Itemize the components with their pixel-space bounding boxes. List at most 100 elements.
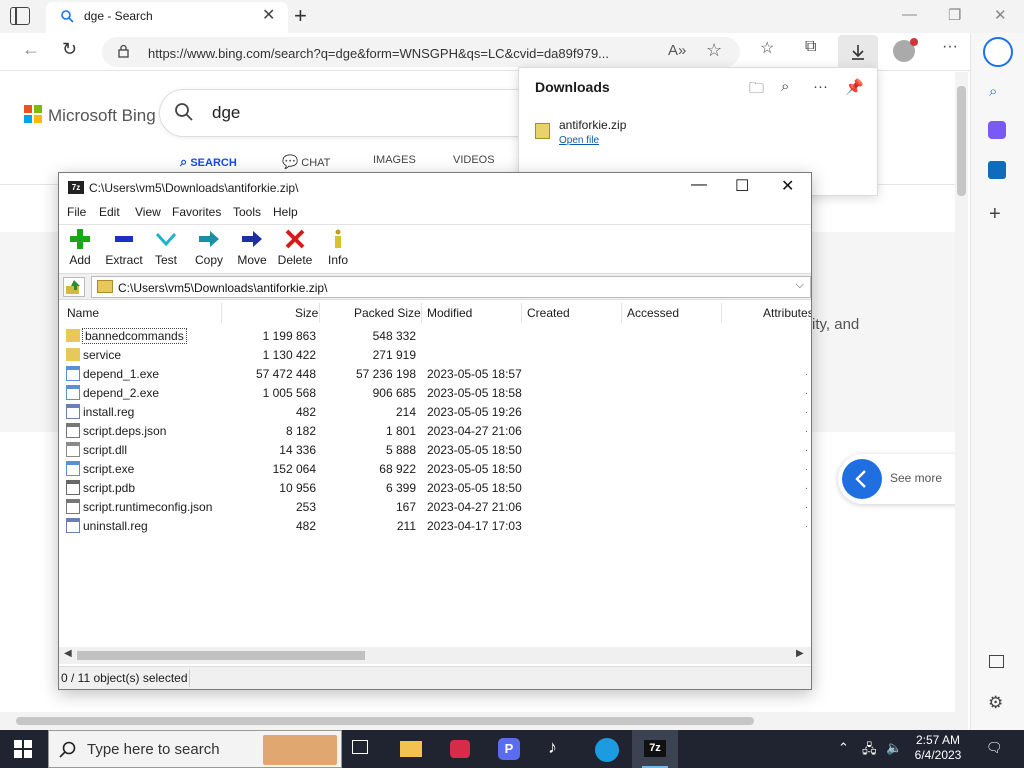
menu-edit[interactable]: Edit	[99, 205, 120, 219]
tab-chat[interactable]: 💬 CHAT	[282, 154, 330, 170]
menu-tools[interactable]: Tools	[233, 205, 261, 219]
minimize-icon[interactable]: —	[902, 6, 917, 23]
outlook-icon[interactable]	[988, 161, 1006, 179]
file-row[interactable]: service 1 130 422 271 919	[59, 345, 811, 364]
close-window-icon[interactable]: ✕	[994, 6, 1007, 24]
file-packed-size: 6 399	[385, 481, 416, 495]
page-horizontal-scrollbar[interactable]	[0, 712, 968, 730]
tab-images[interactable]: IMAGES	[373, 154, 416, 166]
see-more-button[interactable]: See more	[838, 454, 968, 504]
system-clock[interactable]: 2:57 AM 6/4/2023	[906, 733, 970, 763]
close-tab-icon[interactable]: ✕	[262, 5, 275, 25]
file-row[interactable]: script.runtimeconfig.json 253 167 2023-04-2…	[59, 497, 811, 516]
tab-actions-icon[interactable]	[10, 7, 30, 25]
downloads-button[interactable]	[838, 35, 878, 69]
back-icon[interactable]: ←	[22, 39, 40, 60]
tiktok-icon[interactable]: ♪	[534, 730, 580, 768]
task-view-icon[interactable]	[338, 730, 384, 768]
search-downloads-icon[interactable]: ⌕	[781, 78, 789, 95]
browser-tab-bar: dge - Search ✕ + — ❐ ✕	[0, 0, 1024, 33]
menu-favorites[interactable]: Favorites	[172, 205, 221, 219]
volume-icon[interactable]: 🔈	[886, 740, 902, 756]
settings-gear-icon[interactable]: ⚙	[988, 693, 1003, 713]
windows-start-icon[interactable]	[14, 740, 32, 758]
file-name: depend_2.exe	[83, 386, 160, 400]
edge-browser-icon[interactable]	[584, 730, 630, 768]
menu-file[interactable]: File	[67, 205, 86, 219]
pin-icon[interactable]: 📌	[845, 78, 864, 96]
up-folder-button[interactable]	[63, 277, 85, 297]
favorite-star-icon[interactable]: ☆	[706, 40, 722, 61]
url-field[interactable]: https://www.bing.com/search?q=dge&form=W…	[102, 37, 740, 67]
browser-tab-active[interactable]: dge - Search ✕	[46, 2, 288, 33]
close-icon[interactable]: ✕	[781, 176, 794, 196]
add-icon[interactable]: +	[989, 203, 1001, 226]
more-options-icon[interactable]: ···	[813, 78, 828, 95]
col-modified[interactable]: Modified	[427, 306, 472, 320]
col-created[interactable]: Created	[527, 306, 570, 320]
file-row[interactable]: depend_2.exe 1 005 568 906 685 2023-05-05 1…	[59, 383, 811, 402]
list-horizontal-scrollbar[interactable]: ◀ ▶	[59, 647, 811, 664]
maximize-icon[interactable]: ☐	[735, 176, 749, 196]
scroll-thumb[interactable]	[16, 717, 754, 725]
file-row[interactable]: script.deps.json 8 182 1 801 2023-04-27 21:…	[59, 421, 811, 440]
file-row[interactable]: script.dll 14 336 5 888 2023-05-05 18:50.	[59, 440, 811, 459]
7zip-taskbar-icon[interactable]: 7z	[632, 730, 678, 768]
file-row[interactable]: install.reg 482 214 2023-05-05 19:26.	[59, 402, 811, 421]
bing-search-box[interactable]: dge	[160, 90, 580, 136]
col-packed-size[interactable]: Packed Size	[354, 306, 421, 320]
vscroll-thumb[interactable]	[957, 86, 966, 196]
copy-button[interactable]: Copy	[193, 227, 225, 267]
show-hidden-icons[interactable]: ⌃	[838, 740, 849, 756]
favorites-icon[interactable]: ☆	[760, 38, 774, 58]
7zip-title-bar[interactable]: 7z C:\Users\vm5\Downloads\antiforkie.zip…	[59, 173, 811, 203]
col-accessed[interactable]: Accessed	[627, 306, 679, 320]
profile-avatar[interactable]	[893, 38, 918, 62]
restore-icon[interactable]: ❐	[948, 6, 961, 24]
info-button[interactable]: Info	[325, 227, 351, 267]
read-aloud-icon[interactable]: A»	[668, 42, 686, 59]
tab-search[interactable]: ⌕ SEARCH	[180, 154, 237, 170]
file-explorer-icon[interactable]	[388, 730, 434, 768]
scroll-right-icon[interactable]: ▶	[796, 648, 804, 659]
more-options-icon[interactable]: ···	[942, 38, 958, 56]
new-tab-icon[interactable]: +	[294, 3, 307, 29]
file-row[interactable]: script.pdb 10 956 6 399 2023-05-05 18:50.	[59, 478, 811, 497]
office-icon[interactable]	[988, 121, 1006, 139]
add-button[interactable]: Add	[65, 227, 95, 267]
taskbar-search-box[interactable]: Type here to search	[48, 730, 342, 768]
menu-help[interactable]: Help	[273, 205, 298, 219]
path-field[interactable]: C:\Users\vm5\Downloads\antiforkie.zip\ ⌵	[91, 276, 811, 298]
move-button[interactable]: Move	[235, 227, 269, 267]
minimize-icon[interactable]: —	[691, 176, 707, 194]
menu-view[interactable]: View	[135, 205, 161, 219]
col-name[interactable]: Name	[67, 306, 99, 320]
search-query: dge	[212, 103, 241, 122]
col-size[interactable]: Size	[295, 306, 318, 320]
list-scroll-thumb[interactable]	[77, 651, 365, 660]
bing-chat-icon[interactable]	[983, 37, 1013, 67]
camera-app-icon[interactable]	[438, 730, 484, 768]
download-file-name[interactable]: antiforkie.zip	[559, 118, 626, 132]
file-row[interactable]: bannedcommands 1 199 863 548 332	[59, 326, 811, 345]
collections-icon[interactable]: ⧉	[805, 38, 816, 56]
open-folder-icon[interactable]: 🗀	[749, 78, 764, 103]
file-row[interactable]: depend_1.exe 57 472 448 57 236 198 2023-05-…	[59, 364, 811, 383]
tab-videos[interactable]: VIDEOS	[453, 154, 495, 166]
refresh-icon[interactable]: ↻	[62, 39, 77, 60]
file-row[interactable]: script.exe 152 064 68 922 2023-05-05 18:50.	[59, 459, 811, 478]
file-row[interactable]: uninstall.reg 482 211 2023-04-17 17:03.	[59, 516, 811, 535]
p-app-icon[interactable]: P	[486, 730, 532, 768]
page-vertical-scrollbar[interactable]	[955, 72, 968, 712]
chevron-down-icon[interactable]: ⌵	[796, 279, 804, 292]
delete-button[interactable]: Delete	[277, 227, 313, 267]
search-icon[interactable]: ⌕	[989, 83, 997, 100]
notifications-icon[interactable]: 🗨	[986, 740, 1003, 756]
network-icon[interactable]: 🖧	[862, 740, 877, 762]
test-button[interactable]: Test	[151, 227, 181, 267]
col-attributes[interactable]: Attributes	[763, 306, 811, 320]
sidebar-toggle-icon[interactable]	[989, 655, 1004, 668]
scroll-left-icon[interactable]: ◀	[64, 648, 72, 659]
open-file-link[interactable]: Open file	[559, 135, 599, 146]
extract-button[interactable]: Extract	[103, 227, 145, 267]
